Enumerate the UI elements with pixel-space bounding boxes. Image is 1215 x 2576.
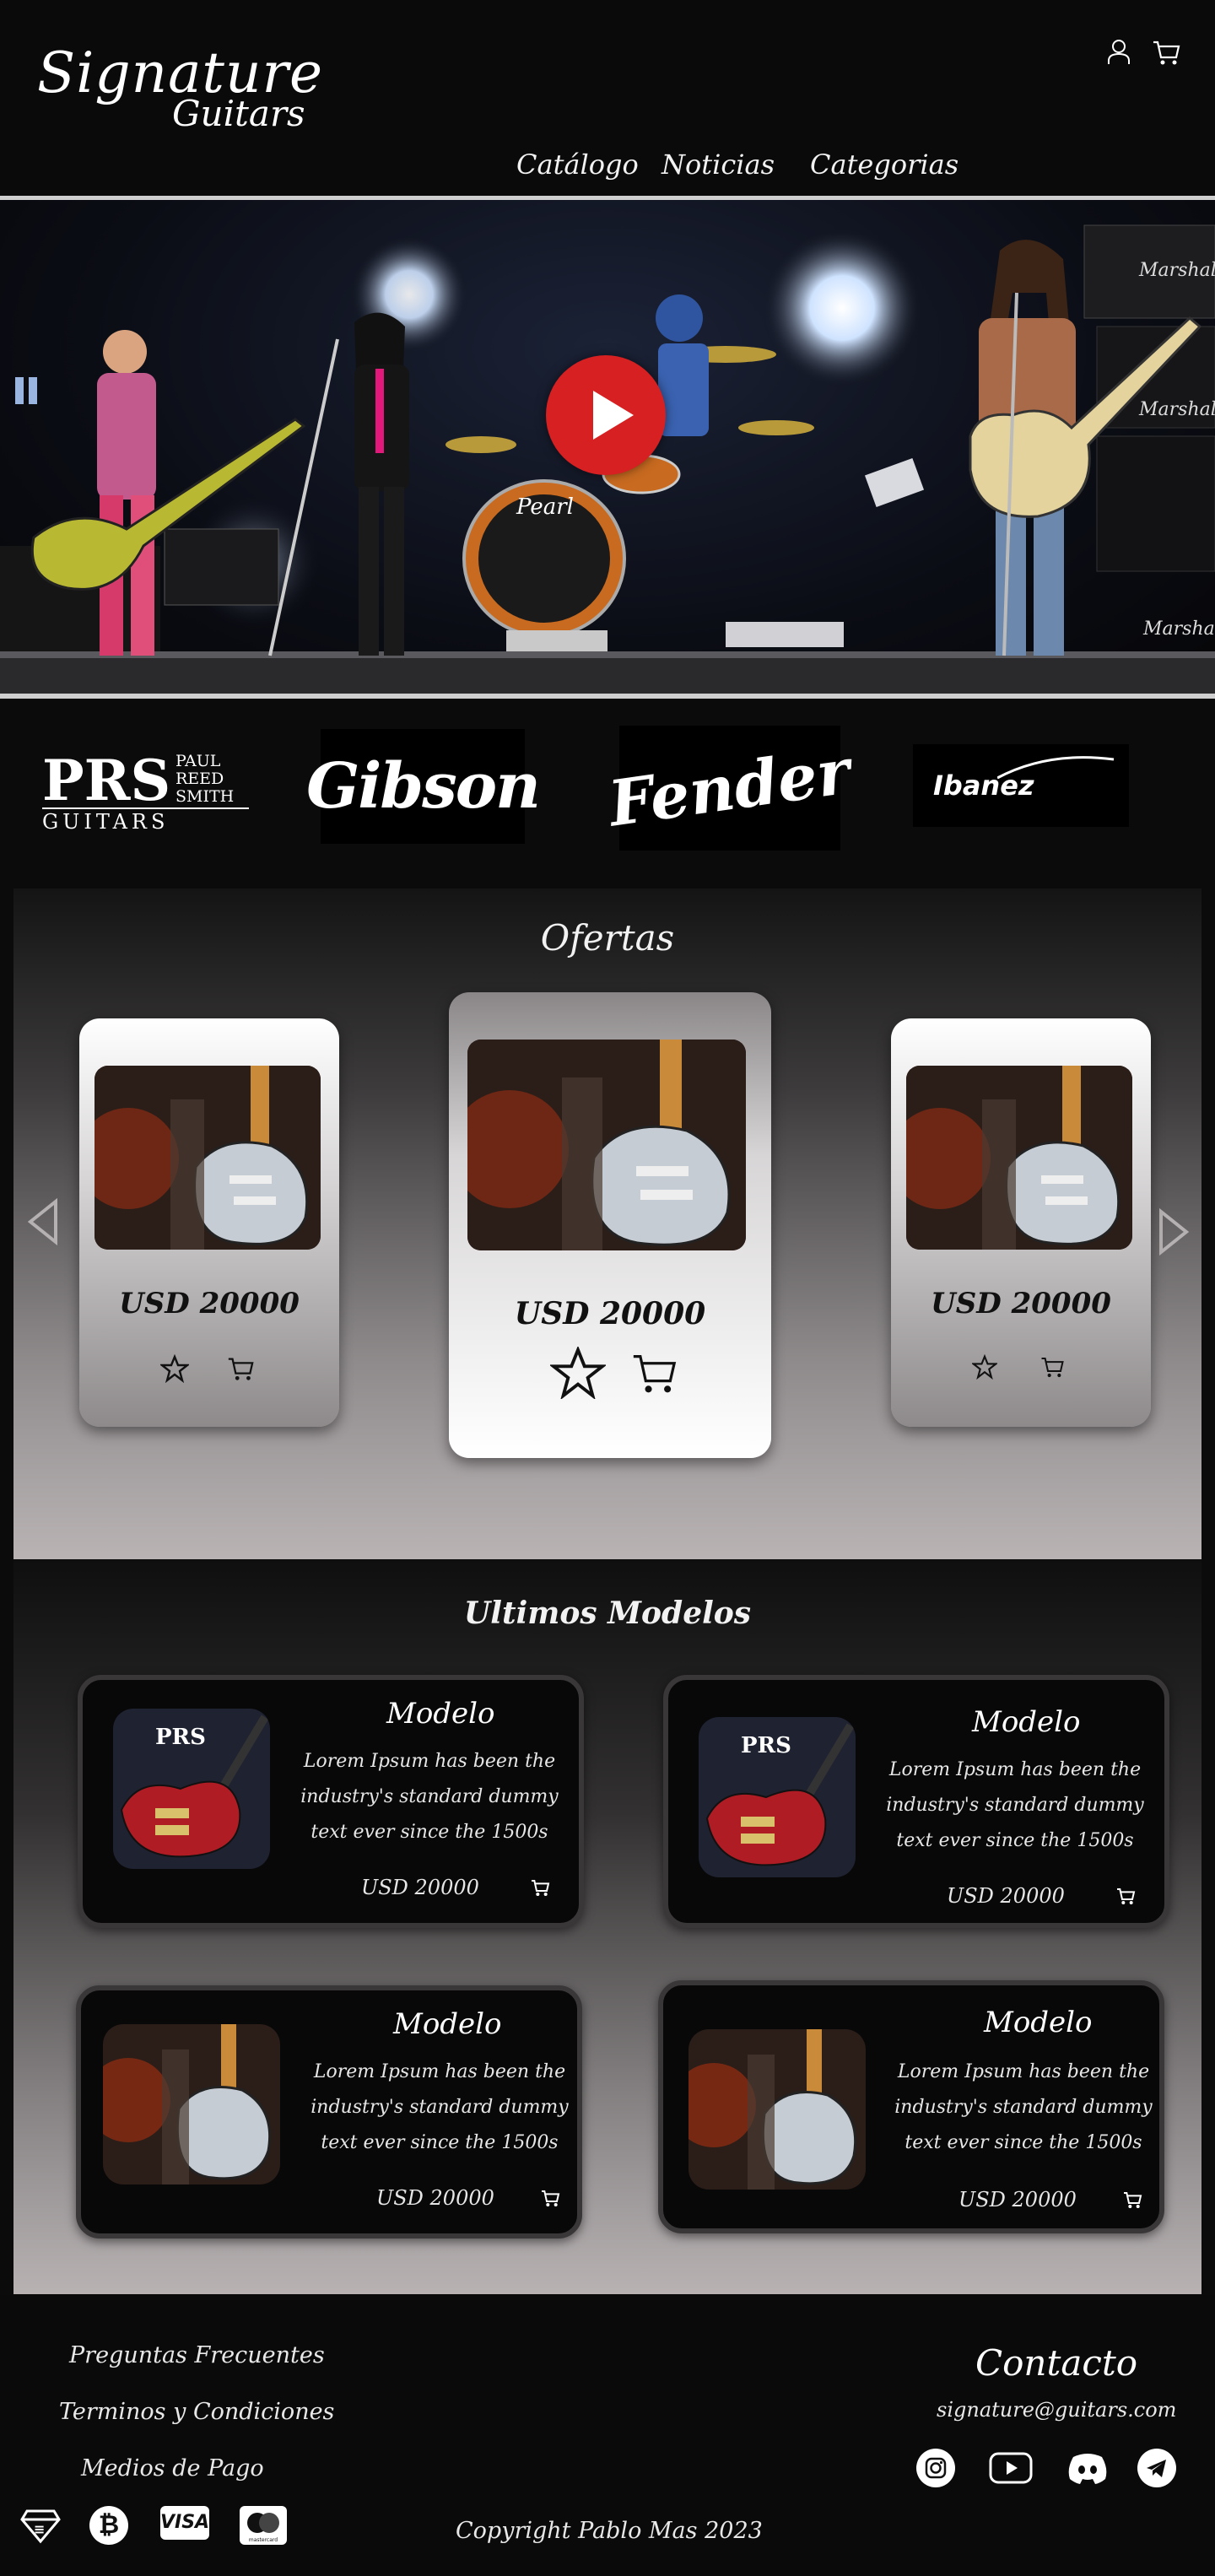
oferta-price: USD 20000 — [514, 1296, 706, 1331]
prs-badge-text: PRS — [741, 1733, 791, 1758]
footer-link-payment[interactable]: Medios de Pago — [81, 2455, 264, 2481]
play-button[interactable] — [546, 355, 666, 475]
bitcoin-icon: ₿ — [89, 2506, 128, 2545]
instagram-icon[interactable] — [916, 2449, 955, 2487]
prs-badge-text: PRS — [155, 1725, 206, 1750]
carousel-next-arrow-icon[interactable] — [1156, 1208, 1190, 1256]
add-to-cart-icon[interactable] — [628, 1348, 680, 1397]
contact-title: Contacto — [975, 2342, 1138, 2384]
add-to-cart-icon[interactable] — [226, 1354, 255, 1383]
amp-label-mid: Marshall — [1138, 399, 1215, 420]
site-logo[interactable]: Signature Guitars — [37, 41, 322, 142]
model-card[interactable]: Modelo Lorem Ipsum has been the industry… — [658, 1980, 1164, 2233]
model-description: Lorem Ipsum has been the industry's stan… — [300, 1751, 559, 1843]
site-header: Signature Guitars Catálogo Noticias Cate… — [0, 0, 1215, 196]
cart-icon[interactable] — [1151, 37, 1181, 68]
ofertas-section: Ofertas USD 20000 USD 20000 USD 20000 — [14, 888, 1202, 1559]
brand-logo-fender[interactable]: Fender — [605, 726, 855, 851]
model-title: Modelo — [984, 2006, 1093, 2039]
drum-brand-label: Pearl — [516, 494, 574, 520]
oferta-card-featured[interactable]: USD 20000 — [449, 992, 771, 1458]
amp-label-bottom: Marshall — [1142, 618, 1215, 640]
model-card[interactable]: Modelo Lorem Ipsum has been the industry… — [76, 1985, 582, 2238]
svg-text:≡: ≡ — [34, 2521, 45, 2537]
amp-label-top: Marshall — [1138, 260, 1215, 281]
ultimos-modelos-section: Ultimos Modelos PRS Modelo Lorem Ipsum h… — [14, 1560, 1202, 2294]
prs-line2: REED — [176, 770, 224, 788]
prs-sub-text: GUITARS — [42, 810, 169, 834]
prs-guitar-image: PRS — [699, 1717, 856, 1877]
nav-catalogo[interactable]: Catálogo — [516, 149, 639, 181]
model-price: USD 20000 — [361, 1876, 479, 1899]
brand-strip: PRS PAUL REED SMITH GUITARS Gibson Fende… — [0, 699, 1215, 878]
footer-link-terms[interactable]: Terminos y Condiciones — [59, 2399, 334, 2425]
contact-email[interactable]: signature@guitars.com — [937, 2398, 1176, 2422]
hero-video[interactable]: Marshall Marshall Marshall Pearl — [0, 200, 1215, 694]
guitar-image — [94, 1066, 321, 1250]
oferta-price: USD 20000 — [931, 1287, 1111, 1320]
add-to-cart-icon[interactable] — [530, 1877, 550, 1898]
nav-categorias[interactable]: Categorias — [810, 149, 958, 181]
play-icon — [593, 391, 634, 440]
youtube-icon[interactable] — [989, 2449, 1033, 2487]
strat-guitar-image — [688, 2029, 866, 2190]
model-card[interactable]: PRS Modelo Lorem Ipsum has been the indu… — [78, 1675, 584, 1928]
telegram-icon[interactable] — [1137, 2449, 1176, 2487]
strat-guitar-image — [103, 2024, 280, 2184]
crypto-diamond-icon: ≡ — [20, 2509, 61, 2544]
model-price: USD 20000 — [376, 2186, 494, 2210]
prs-line3: SMITH — [176, 787, 234, 806]
model-title: Modelo — [972, 1705, 1081, 1739]
model-description: Lorem Ipsum has been the industry's stan… — [894, 2061, 1153, 2153]
carousel-prev-arrow-icon[interactable] — [27, 1198, 61, 1245]
model-title: Modelo — [393, 2007, 502, 2041]
gibson-text: Gibson — [306, 750, 541, 823]
model-description: Lorem Ipsum has been the industry's stan… — [310, 2061, 569, 2153]
logo-text-guitars: Guitars — [172, 93, 305, 134]
brand-logo-prs[interactable]: PRS PAUL REED SMITH GUITARS — [42, 748, 249, 834]
fender-text: Fender — [604, 735, 856, 841]
visa-icon: VISA — [160, 2506, 209, 2540]
model-price: USD 20000 — [947, 1884, 1065, 1908]
nav-noticias[interactable]: Noticias — [662, 149, 775, 181]
guitar-image — [467, 1040, 746, 1250]
prs-main-text: PRS — [42, 748, 170, 813]
brand-logo-ibanez[interactable]: Ibanez — [913, 744, 1129, 827]
oferta-price: USD 20000 — [119, 1287, 300, 1320]
prs-line1: PAUL — [176, 752, 221, 770]
discord-icon[interactable] — [1066, 2449, 1109, 2487]
ibanez-swoosh-icon — [997, 756, 1115, 780]
oferta-card[interactable]: USD 20000 — [79, 1018, 339, 1427]
guitar-image — [906, 1066, 1132, 1250]
model-card[interactable]: PRS Modelo Lorem Ipsum has been the indu… — [663, 1675, 1169, 1928]
mastercard-icon: mastercard — [240, 2506, 287, 2545]
add-to-cart-icon[interactable] — [1040, 1354, 1065, 1380]
mastercard-text: mastercard — [249, 2537, 278, 2543]
star-icon[interactable] — [160, 1354, 189, 1383]
ofertas-title: Ofertas — [540, 917, 675, 959]
star-icon[interactable] — [550, 1347, 606, 1399]
add-to-cart-icon[interactable] — [1122, 2190, 1142, 2210]
model-description: Lorem Ipsum has been the industry's stan… — [886, 1759, 1144, 1851]
footer-link-faq[interactable]: Preguntas Frecuentes — [69, 2342, 325, 2368]
copyright-text: Copyright Pablo Mas 2023 — [456, 2518, 763, 2544]
add-to-cart-icon[interactable] — [1115, 1886, 1136, 1906]
oferta-card[interactable]: USD 20000 — [891, 1018, 1151, 1427]
star-icon[interactable] — [972, 1354, 997, 1380]
model-title: Modelo — [386, 1697, 495, 1731]
model-price: USD 20000 — [958, 2188, 1077, 2211]
add-to-cart-icon[interactable] — [540, 2188, 560, 2208]
user-icon[interactable] — [1104, 37, 1134, 68]
brand-logo-gibson[interactable]: Gibson — [306, 729, 541, 844]
ultimos-title: Ultimos Modelos — [463, 1596, 752, 1631]
prs-guitar-image: PRS — [113, 1709, 270, 1869]
